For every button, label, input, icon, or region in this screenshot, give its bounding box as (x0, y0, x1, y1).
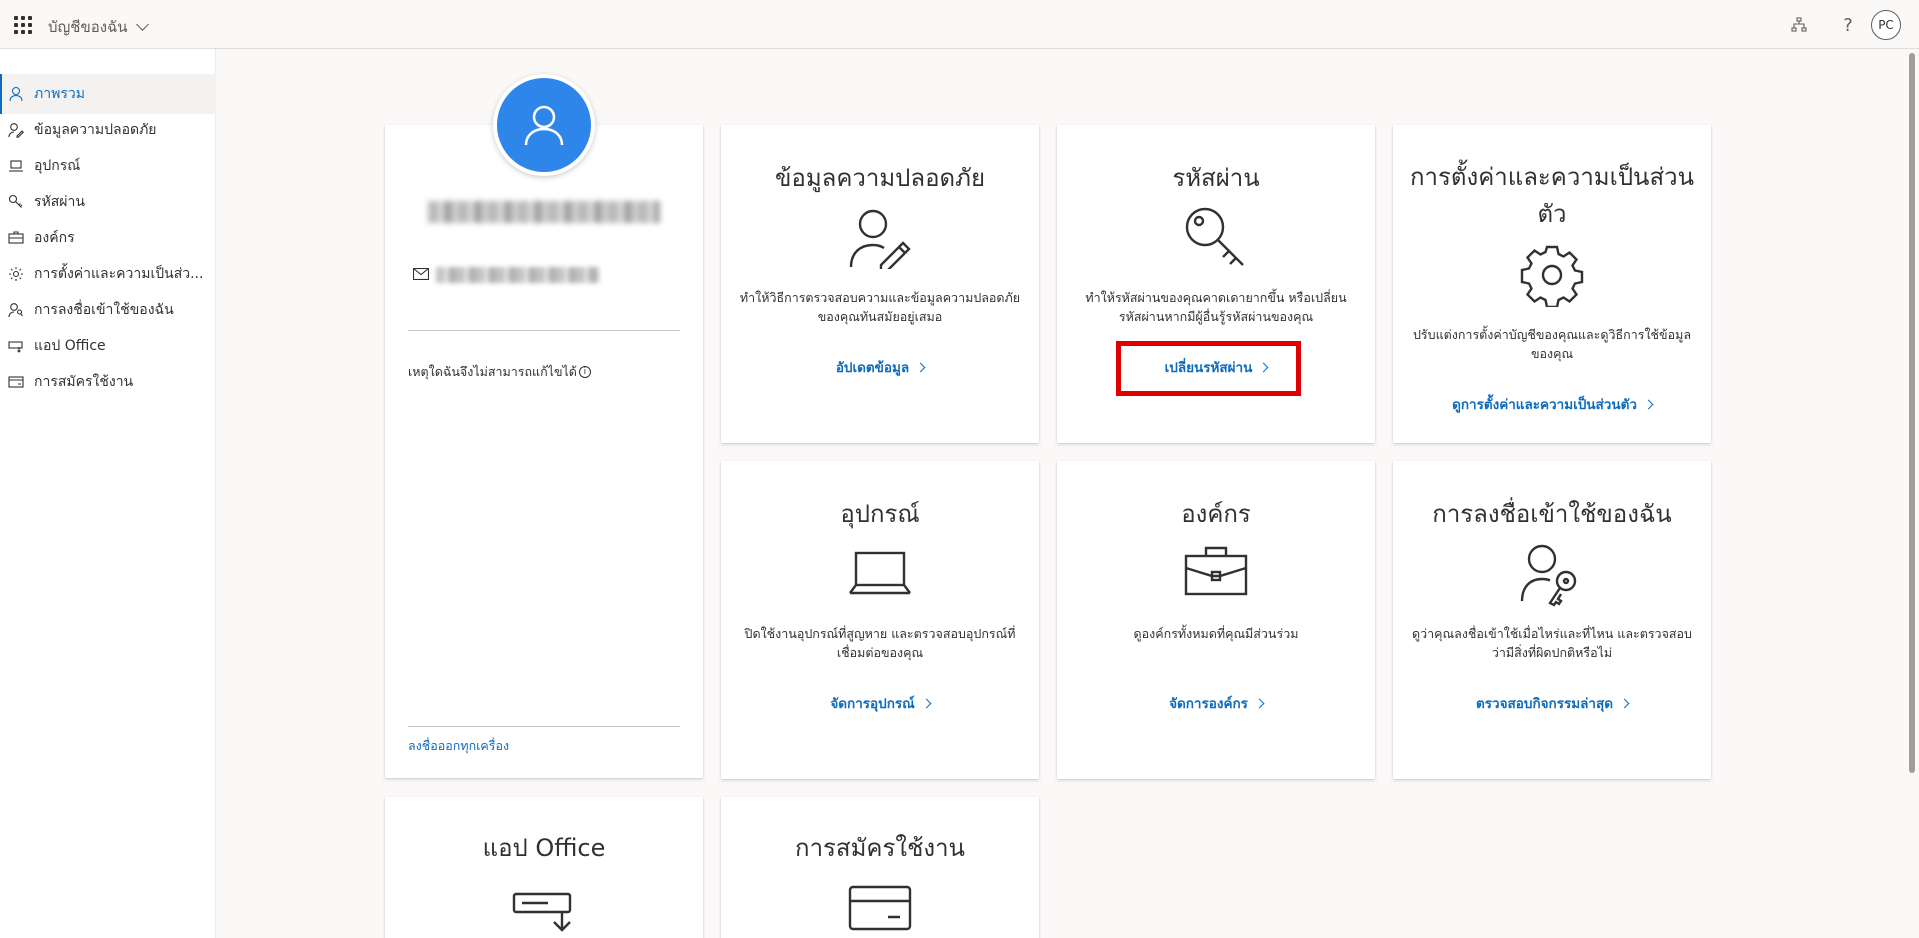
card-title: อุปกรณ์ (840, 500, 920, 528)
card-title: รหัสผ่าน (1172, 164, 1260, 192)
sidebar-item-label: ข้อมูลความปลอดภัย (34, 122, 157, 138)
app-title: บัญชีของฉัน (48, 18, 128, 36)
sidebar-item-subscriptions[interactable]: การสมัครใช้งาน (0, 362, 216, 402)
key-icon (8, 194, 24, 210)
card-description: ดูว่าคุณลงชื่อเข้าใช้เมื่อไหร่และที่ไหน … (1412, 626, 1692, 660)
person-key-icon (1520, 544, 1577, 607)
account-menu-button[interactable]: บัญชีของฉัน (48, 15, 149, 39)
sidebar-item-devices[interactable]: อุปกรณ์ (0, 146, 216, 186)
gear-icon (8, 266, 24, 282)
mail-icon (413, 268, 429, 280)
key-icon (1185, 207, 1244, 266)
card-description: ปรับแต่งการตั้งค่าบัญชีของคุณและดูวิธีกา… (1413, 327, 1691, 361)
card-description: ทำให้รหัสผ่านของคุณคาดเดายากขึ้น หรือเปล… (1085, 290, 1347, 324)
update-info-link[interactable]: อัปเดตข้อมูล (721, 356, 1039, 378)
card-description: ดูองค์กรทั้งหมดที่คุณมีส่วนร่วม (1133, 626, 1299, 641)
card-title: การลงชื่อเข้าใช้ของฉัน (1432, 500, 1672, 528)
sidebar-item-label: การตั้งค่าและความเป็นส่ว... (34, 266, 204, 282)
briefcase-icon (1184, 546, 1248, 596)
gear-icon (1520, 245, 1584, 307)
card-description: ปิดใช้งานอุปกรณ์ที่สูญหาย และตรวจสอบอุปก… (744, 626, 1016, 660)
settings-privacy-card: การตั้งค่าและความเป็นส่วนตัว ปรับแต่งการ… (1393, 125, 1711, 443)
link-label: จัดการองค์กร (1169, 696, 1248, 712)
view-settings-privacy-link[interactable]: ดูการตั้งค่าและความเป็นส่วนตัว (1393, 393, 1711, 415)
card-title: องค์กร (1181, 500, 1251, 528)
card-icon (8, 374, 24, 390)
person-edit-icon (8, 122, 24, 138)
divider (408, 330, 680, 331)
briefcase-icon (8, 230, 24, 246)
sidebar: ภาพรวม ข้อมูลความปลอดภัย อุปกรณ์ รหัสผ่า… (0, 49, 216, 938)
subscriptions-card: การสมัครใช้งาน (721, 797, 1039, 938)
card-title: การตั้งค่าและความเป็นส่วนตัว (1409, 163, 1694, 228)
chevron-right-icon (915, 362, 926, 373)
chevron-right-icon (1643, 399, 1654, 410)
person-edit-icon (849, 209, 911, 269)
card-title: การสมัครใช้งาน (795, 834, 965, 862)
sidebar-item-label: แอป Office (34, 338, 106, 354)
link-label: จัดการอุปกรณ์ (830, 696, 915, 712)
chevron-right-icon (1254, 698, 1265, 709)
office-apps-card: แอป Office (385, 797, 703, 938)
review-recent-activity-link[interactable]: ตรวจสอบกิจกรรมล่าสุด (1393, 692, 1711, 714)
help-icon[interactable]: ? (1835, 12, 1861, 38)
security-info-card: ข้อมูลความปลอดภัย ทำให้วิธีการตรวจสอบควา… (721, 125, 1039, 443)
profile-email-redacted (436, 267, 599, 283)
sidebar-item-organizations[interactable]: องค์กร (0, 218, 216, 258)
laptop-icon (8, 158, 24, 174)
person-key-icon (8, 302, 24, 318)
profile-name-redacted (428, 201, 660, 223)
sidebar-item-office-apps[interactable]: แอป Office (0, 326, 216, 366)
sign-out-everywhere-link[interactable]: ลงชื่อออกทุกเครื่อง (408, 736, 509, 756)
divider (408, 726, 680, 727)
sidebar-item-settings-privacy[interactable]: การตั้งค่าและความเป็นส่ว... (0, 254, 216, 294)
sidebar-item-password[interactable]: รหัสผ่าน (0, 182, 216, 222)
highlight-annotation (1116, 341, 1301, 396)
laptop-icon (849, 551, 911, 595)
user-avatar-button[interactable]: PC (1871, 10, 1901, 40)
sidebar-item-label: การลงชื่อเข้าใช้ของฉัน (34, 302, 174, 318)
manage-organizations-link[interactable]: จัดการองค์กร (1057, 692, 1375, 714)
manage-devices-link[interactable]: จัดการอุปกรณ์ (721, 692, 1039, 714)
info-icon: i (578, 366, 591, 378)
office-app-icon (512, 892, 572, 932)
chevron-right-icon (1619, 698, 1630, 709)
office-app-icon (8, 338, 24, 354)
sidebar-item-label: องค์กร (34, 230, 75, 246)
cant-edit-label: เหตุใดฉันจึงไม่สามารถแก้ไขได้ (408, 364, 577, 379)
link-label: ตรวจสอบกิจกรรมล่าสุด (1476, 696, 1613, 712)
profile-avatar (493, 74, 595, 176)
sidebar-item-overview[interactable]: ภาพรวม (0, 74, 216, 114)
sidebar-item-my-signins[interactable]: การลงชื่อเข้าใช้ของฉัน (0, 290, 216, 330)
cant-edit-question[interactable]: เหตุใดฉันจึงไม่สามารถแก้ไขได้ i (408, 362, 591, 382)
sidebar-item-label: การสมัครใช้งาน (34, 374, 134, 390)
sidebar-item-security-info[interactable]: ข้อมูลความปลอดภัย (0, 110, 216, 150)
org-chart-icon[interactable] (1786, 12, 1812, 38)
devices-card: อุปกรณ์ ปิดใช้งานอุปกรณ์ที่สูญหาย และตรว… (721, 461, 1039, 779)
person-icon (8, 86, 24, 102)
scrollbar-thumb[interactable] (1909, 53, 1915, 773)
organizations-card: องค์กร ดูองค์กรทั้งหมดที่คุณมีส่วนร่วม จ… (1057, 461, 1375, 779)
sidebar-item-label: อุปกรณ์ (34, 158, 81, 174)
card-icon (848, 885, 912, 931)
page-scrollbar[interactable] (1903, 49, 1919, 938)
chevron-right-icon (921, 698, 932, 709)
link-label: ดูการตั้งค่าและความเป็นส่วนตัว (1452, 397, 1637, 413)
chevron-down-icon (135, 18, 149, 31)
card-title: แอป Office (482, 834, 606, 862)
sidebar-item-label: รหัสผ่าน (34, 194, 85, 210)
card-title: ข้อมูลความปลอดภัย (775, 164, 985, 192)
app-launcher-icon[interactable] (14, 16, 32, 34)
my-signins-card: การลงชื่อเข้าใช้ของฉัน ดูว่าคุณลงชื่อเข้… (1393, 461, 1711, 779)
card-description: ทำให้วิธีการตรวจสอบความและข้อมูลความปลอด… (739, 290, 1021, 324)
sidebar-item-label: ภาพรวม (34, 86, 85, 102)
top-bar: บัญชีของฉัน ? PC (0, 0, 1919, 49)
link-label: อัปเดตข้อมูล (835, 360, 910, 376)
person-icon (524, 105, 564, 146)
